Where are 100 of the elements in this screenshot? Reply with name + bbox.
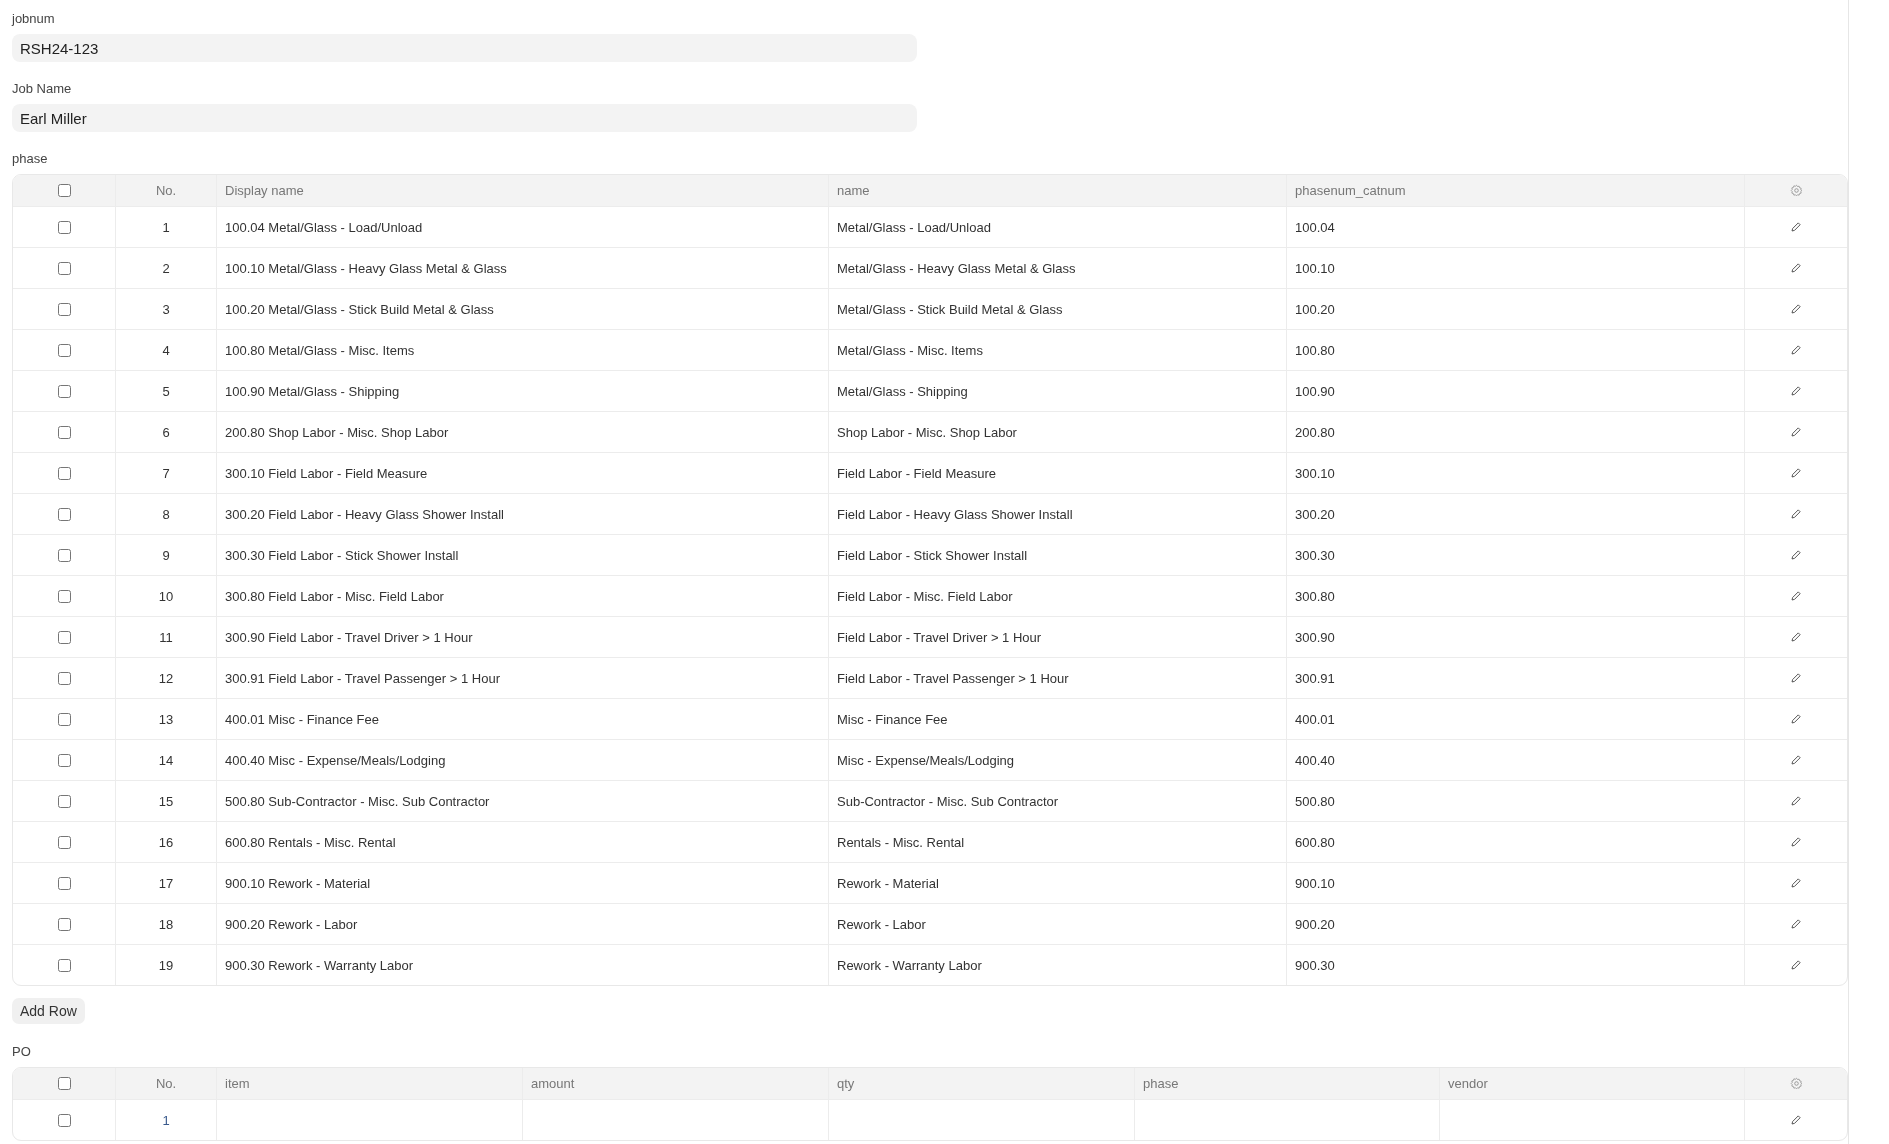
table-cell: 100.20 Metal/Glass - Stick Build Metal & Glass: [216, 289, 828, 329]
table-cell: Metal/Glass - Load/Unload: [828, 207, 1286, 247]
row-checkbox[interactable]: [57, 671, 71, 685]
row-checkbox[interactable]: [57, 466, 71, 480]
table-cell: 2: [115, 248, 216, 288]
row-checkbox[interactable]: [57, 384, 71, 398]
table-label: phase: [12, 151, 48, 166]
edit-icon[interactable]: [1790, 754, 1802, 766]
column-header: qty: [828, 1068, 1134, 1099]
input-field[interactable]: Earl Miller: [12, 104, 917, 132]
row-checkbox[interactable]: [57, 343, 71, 357]
table-cell: 100.90 Metal/Glass - Shipping: [216, 371, 828, 411]
edit-icon[interactable]: [1790, 549, 1802, 561]
table-cell: 300.91 Field Labor - Travel Passenger > 1 Hour: [216, 658, 828, 698]
column-header: Display name: [216, 175, 828, 206]
table-cell: 200.80: [1286, 412, 1744, 452]
table-cell: Field Labor - Misc. Field Labor: [828, 576, 1286, 616]
edit-icon[interactable]: [1790, 262, 1802, 274]
table-cell: 12: [115, 658, 216, 698]
row-checkbox[interactable]: [57, 589, 71, 603]
table-cell: 300.80 Field Labor - Misc. Field Labor: [216, 576, 828, 616]
table-cell: Rework - Labor: [828, 904, 1286, 944]
table-cell: 900.20 Rework - Labor: [216, 904, 828, 944]
table-cell: 300.30 Field Labor - Stick Shower Install: [216, 535, 828, 575]
field-label: Job Name: [12, 81, 72, 96]
row-checkbox[interactable]: [57, 220, 71, 234]
edit-icon[interactable]: [1790, 713, 1802, 725]
row-checkbox[interactable]: [57, 753, 71, 767]
table-cell: 4: [115, 330, 216, 370]
column-header: phasenum_catnum: [1286, 175, 1744, 206]
edit-icon[interactable]: [1790, 385, 1802, 397]
table-cell: 11: [115, 617, 216, 657]
row-checkbox[interactable]: [57, 425, 71, 439]
table-cell: Metal/Glass - Heavy Glass Metal & Glass: [828, 248, 1286, 288]
table-cell: Metal/Glass - Misc. Items: [828, 330, 1286, 370]
row-checkbox[interactable]: [57, 507, 71, 521]
table-cell: 7: [115, 453, 216, 493]
edit-icon[interactable]: [1790, 467, 1802, 479]
row-checkbox[interactable]: [57, 261, 71, 275]
row-checkbox[interactable]: [57, 917, 71, 931]
table-cell: Field Labor - Heavy Glass Shower Install: [828, 494, 1286, 534]
column-header: No.: [115, 1068, 216, 1099]
table-cell: 600.80 Rentals - Misc. Rental: [216, 822, 828, 862]
table-cell: 1: [115, 207, 216, 247]
table-cell: 300.10: [1286, 453, 1744, 493]
edit-icon[interactable]: [1790, 303, 1802, 315]
table-cell: 400.01 Misc - Finance Fee: [216, 699, 828, 739]
edit-icon[interactable]: [1790, 877, 1802, 889]
row-checkbox[interactable]: [57, 1113, 71, 1127]
edit-icon[interactable]: [1790, 795, 1802, 807]
table-cell: Misc - Finance Fee: [828, 699, 1286, 739]
row-checkbox[interactable]: [57, 630, 71, 644]
select-all-checkbox[interactable]: [57, 184, 71, 197]
table-cell: 100.04: [1286, 207, 1744, 247]
edit-icon[interactable]: [1790, 918, 1802, 930]
table-cell: Field Labor - Stick Shower Install: [828, 535, 1286, 575]
select-all-checkbox[interactable]: [57, 1077, 71, 1090]
table-cell: 16: [115, 822, 216, 862]
table-cell: 300.20 Field Labor - Heavy Glass Shower Install: [216, 494, 828, 534]
table-cell: 900.30 Rework - Warranty Labor: [216, 945, 828, 985]
row-checkbox[interactable]: [57, 712, 71, 726]
edit-icon[interactable]: [1790, 508, 1802, 520]
row-checkbox[interactable]: [57, 958, 71, 972]
table-cell: 8: [115, 494, 216, 534]
table-cell: 1: [115, 1100, 216, 1140]
edit-icon[interactable]: [1790, 344, 1802, 356]
edit-icon[interactable]: [1790, 590, 1802, 602]
column-header: amount: [522, 1068, 828, 1099]
edit-icon[interactable]: [1790, 672, 1802, 684]
table-cell: Metal/Glass - Stick Build Metal & Glass: [828, 289, 1286, 329]
row-checkbox[interactable]: [57, 876, 71, 890]
row-checkbox[interactable]: [57, 794, 71, 808]
table-cell: 900.20: [1286, 904, 1744, 944]
table-cell: 900.10 Rework - Material: [216, 863, 828, 903]
input-field[interactable]: RSH24-123: [12, 34, 917, 62]
edit-icon[interactable]: [1790, 959, 1802, 971]
table-cell: 15: [115, 781, 216, 821]
table-cell: 400.01: [1286, 699, 1744, 739]
table-cell: 300.80: [1286, 576, 1744, 616]
row-checkbox[interactable]: [57, 548, 71, 562]
table-cell: 6: [115, 412, 216, 452]
table-cell: 300.91: [1286, 658, 1744, 698]
table-cell: 18: [115, 904, 216, 944]
edit-icon[interactable]: [1790, 631, 1802, 643]
table-cell: 300.90 Field Labor - Travel Driver > 1 Hour: [216, 617, 828, 657]
table-cell: 3: [115, 289, 216, 329]
edit-icon[interactable]: [1790, 221, 1802, 233]
table-cell: 17: [115, 863, 216, 903]
table-cell: 300.30: [1286, 535, 1744, 575]
table-cell: 300.20: [1286, 494, 1744, 534]
edit-icon[interactable]: [1790, 1114, 1802, 1126]
table-cell: Field Labor - Travel Driver > 1 Hour: [828, 617, 1286, 657]
row-checkbox[interactable]: [57, 835, 71, 849]
add-row-button[interactable]: Add Row: [12, 998, 85, 1024]
edit-icon[interactable]: [1790, 426, 1802, 438]
edit-icon[interactable]: [1790, 836, 1802, 848]
column-header: vendor: [1439, 1068, 1744, 1099]
row-checkbox[interactable]: [57, 302, 71, 316]
table-cell: 600.80: [1286, 822, 1744, 862]
table-cell: Shop Labor - Misc. Shop Labor: [828, 412, 1286, 452]
